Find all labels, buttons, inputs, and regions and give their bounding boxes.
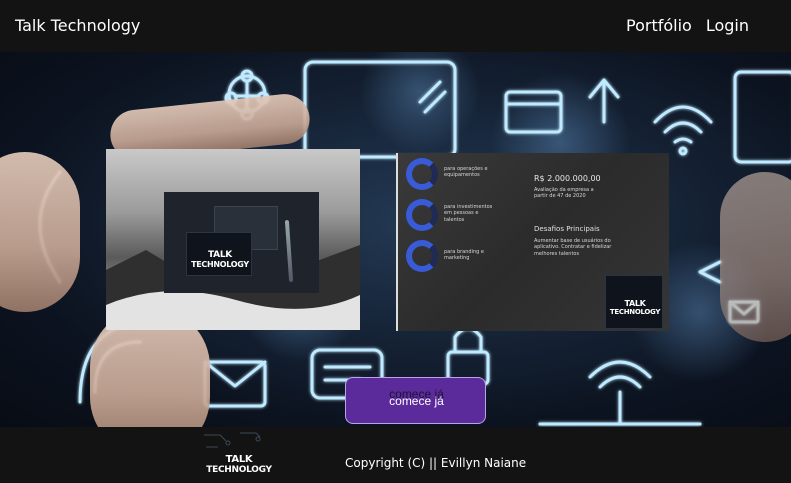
valuation-amount: R$ 2.000.000,00 xyxy=(534,174,601,183)
footer-logo: TALK TECHNOLOGY xyxy=(200,427,272,479)
stat-label: para investimentos em pessoas e talentos xyxy=(444,204,493,223)
page-footer: TALK TECHNOLOGY Copyright (C) || Evillyn… xyxy=(0,427,791,483)
stat-label: para branding e marketing xyxy=(444,249,484,262)
hand-finger-left xyxy=(0,152,80,312)
donut-icon xyxy=(406,240,438,272)
copyright-text: Copyright (C) || Evillyn Naiane xyxy=(345,456,527,470)
logo-line-2: TECHNOLOGY xyxy=(609,308,661,316)
top-navbar: Talk Technology Portfólio Login xyxy=(0,0,791,52)
hero-banner: TALK TECHNOLOGY para operações e equipam… xyxy=(0,52,791,427)
logo-line-1: TALK xyxy=(208,250,232,260)
desk-photo: TALK TECHNOLOGY xyxy=(164,192,319,293)
stat-label: para operações e equipamentos xyxy=(444,166,488,179)
talk-technology-logo: TALK TECHNOLOGY xyxy=(605,275,663,329)
logo-line-1: TALK xyxy=(624,299,646,308)
cta-label: comece já xyxy=(389,394,444,408)
valuation-note: Avaliação da empresa a partir de 47 de 2… xyxy=(534,187,594,200)
brand-title[interactable]: Talk Technology xyxy=(15,16,140,35)
portfolio-image-pitch[interactable]: para operações e equipamentos para inves… xyxy=(396,153,669,331)
hand-thumb-right xyxy=(720,172,791,342)
talk-technology-logo: TALK TECHNOLOGY xyxy=(186,232,252,276)
donut-icon xyxy=(406,158,438,190)
footer-logo-line-1: TALK xyxy=(225,454,253,465)
footer-logo-line-2: TECHNOLOGY xyxy=(206,465,272,475)
logo-line-2: TECHNOLOGY xyxy=(191,260,249,269)
nav-link-login[interactable]: Login xyxy=(706,16,749,35)
donut-icon xyxy=(406,199,438,231)
challenges-text: Aumentar base de usuários do aplicativo.… xyxy=(534,238,612,257)
challenges-title: Desafios Principais xyxy=(534,225,600,233)
start-now-button[interactable]: comece já comece já xyxy=(345,377,486,424)
pen-image xyxy=(284,219,294,283)
main-nav: Portfólio Login xyxy=(626,16,749,35)
portfolio-image-envelope[interactable]: TALK TECHNOLOGY xyxy=(106,149,360,330)
nav-link-portfolio[interactable]: Portfólio xyxy=(626,16,692,35)
